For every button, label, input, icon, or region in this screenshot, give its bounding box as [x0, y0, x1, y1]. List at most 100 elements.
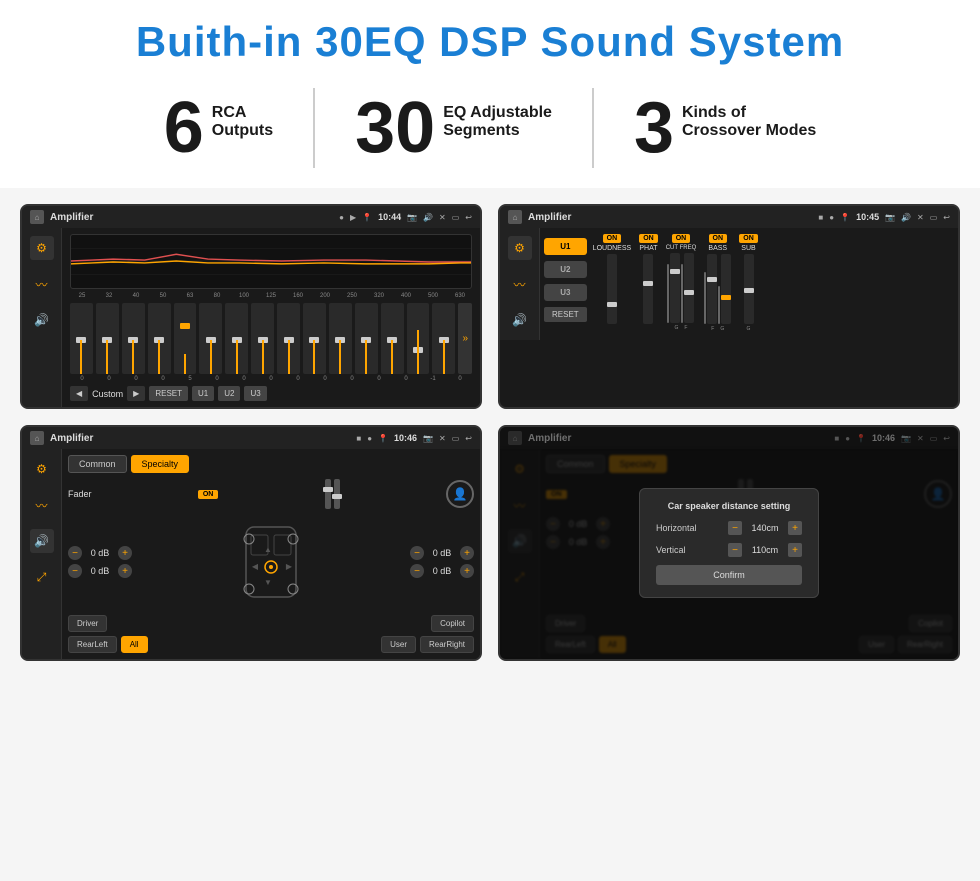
- fader-nav-wave-icon[interactable]: 〰: [30, 493, 54, 517]
- dsp-phat-label: PHAT: [639, 245, 657, 252]
- fader-time: 10:46: [394, 433, 417, 443]
- eq-screen: ⌂ Amplifier ● ▶ 📍 10:44 📷 🔊 ✕ ▭ ↩ ⚙ 〰 🔊: [20, 204, 482, 409]
- eq-slider-4[interactable]: [148, 303, 171, 374]
- dsp-phat-sliders: [643, 254, 653, 324]
- eq-graph: [70, 234, 472, 289]
- eq-slider-11[interactable]: [329, 303, 352, 374]
- fader-bottom-btns-1: Driver Copilot: [68, 615, 474, 632]
- stat-crossover-number: 3: [634, 92, 674, 164]
- vol-increase-tl[interactable]: +: [118, 546, 132, 560]
- eq-slider-7[interactable]: [225, 303, 248, 374]
- fader-tab-common[interactable]: Common: [68, 455, 127, 473]
- stat-eq-number: 30: [355, 92, 435, 164]
- fader-user-button[interactable]: User: [381, 636, 416, 653]
- vol-ctrl-tr: − 0 dB +: [410, 546, 474, 560]
- dialog-vertical-increase[interactable]: +: [788, 543, 802, 557]
- fader-nav-vol-icon[interactable]: 🔊: [30, 529, 54, 553]
- dialog-vertical-decrease[interactable]: −: [728, 543, 742, 557]
- eq-slider-8[interactable]: [251, 303, 274, 374]
- close-icon: ✕: [439, 213, 446, 222]
- eq-expand-button[interactable]: »: [458, 303, 472, 374]
- eq-slider-1[interactable]: [70, 303, 93, 374]
- eq-reset-button[interactable]: RESET: [149, 386, 188, 401]
- stat-eq-label1: EQ Adjustable: [443, 104, 552, 122]
- dialog-vertical-ctrl: − 110cm +: [728, 543, 802, 557]
- fader-rearright-button[interactable]: RearRight: [420, 636, 474, 653]
- eq-slider-10[interactable]: [303, 303, 326, 374]
- fader-nav-expand-icon[interactable]: ⤢: [30, 565, 54, 589]
- dsp-cutfreq-on: ON: [672, 234, 691, 243]
- fader-row: Fader ON 👤: [68, 479, 474, 509]
- fader-nav-eq-icon[interactable]: ⚙: [30, 457, 54, 481]
- nav-eq-icon[interactable]: ⚙: [30, 236, 54, 260]
- nav-vol-icon[interactable]: 🔊: [30, 308, 54, 332]
- dsp-nav-wave-icon[interactable]: 〰: [508, 272, 532, 296]
- dialog-horizontal-value: 140cm: [746, 523, 784, 533]
- eq-curve-svg: [71, 235, 471, 288]
- dialog-title: Car speaker distance setting: [656, 501, 802, 511]
- fader-rearleft-button[interactable]: RearLeft: [68, 636, 117, 653]
- dsp-cutfreq-label: CUT FREQ: [666, 245, 697, 251]
- dialog-horizontal-increase[interactable]: +: [788, 521, 802, 535]
- eq-slider-3[interactable]: [122, 303, 145, 374]
- eq-screen-title: Amplifier: [50, 212, 333, 223]
- eq-slider-15[interactable]: [432, 303, 455, 374]
- dsp-channels: ON LOUDNESS ON PHAT: [593, 234, 954, 334]
- dialog-screen: ⌂ Amplifier ■ ● 📍 10:46 📷 ✕ ▭ ↩ ⚙ 〰 🔊 ⤢ …: [498, 425, 960, 661]
- dsp-nav-vol-icon[interactable]: 🔊: [508, 308, 532, 332]
- vol-increase-bl[interactable]: +: [118, 564, 132, 578]
- fader-screen: ⌂ Amplifier ■ ● 📍 10:46 📷 ✕ ▭ ↩ ⚙ 〰 🔊 ⤢ …: [20, 425, 482, 661]
- fader-content: ⚙ 〰 🔊 ⤢ Common Specialty Fader ON: [22, 449, 480, 659]
- fader-copilot-button[interactable]: Copilot: [431, 615, 474, 632]
- eq-u3-button[interactable]: U3: [244, 386, 266, 401]
- dialog-box: Car speaker distance setting Horizontal …: [639, 488, 819, 598]
- eq-sliders[interactable]: »: [70, 299, 472, 374]
- eq-u2-button[interactable]: U2: [218, 386, 240, 401]
- vol-increase-br[interactable]: +: [460, 564, 474, 578]
- dialog-horizontal-decrease[interactable]: −: [728, 521, 742, 535]
- stats-row: 6 RCA Outputs 30 EQ Adjustable Segments …: [0, 78, 980, 188]
- vol-decrease-tr[interactable]: −: [410, 546, 424, 560]
- nav-wave-icon[interactable]: 〰: [30, 272, 54, 296]
- eq-slider-14[interactable]: [407, 303, 430, 374]
- eq-value-labels: 0 0 0 0 5 0 0 0 0 0 0 0 0 -1 0: [70, 376, 472, 382]
- fader-slider-2[interactable]: [334, 479, 340, 509]
- vol-decrease-br[interactable]: −: [410, 564, 424, 578]
- eq-main: 25 32 40 50 63 80 100 125 160 200 250 32…: [62, 228, 480, 407]
- dsp-u3-button[interactable]: U3: [544, 284, 587, 301]
- dialog-confirm-button[interactable]: Confirm: [656, 565, 802, 585]
- vol-decrease-tl[interactable]: −: [68, 546, 82, 560]
- svg-text:◀: ◀: [252, 562, 259, 571]
- eq-u1-button[interactable]: U1: [192, 386, 214, 401]
- eq-slider-6[interactable]: [199, 303, 222, 374]
- svg-text:▶: ▶: [286, 562, 293, 571]
- eq-prev-button[interactable]: ◀: [70, 386, 88, 401]
- fader-driver-button[interactable]: Driver: [68, 615, 107, 632]
- vol-ctrl-tl: − 0 dB +: [68, 546, 132, 560]
- eq-slider-5[interactable]: [174, 303, 197, 374]
- dsp-u2-button[interactable]: U2: [544, 261, 587, 278]
- fader-slider-1[interactable]: [325, 479, 331, 509]
- eq-slider-12[interactable]: [355, 303, 378, 374]
- eq-slider-2[interactable]: [96, 303, 119, 374]
- car-diagram: ▲ ▼ ◀ ▶: [231, 517, 311, 607]
- dsp-u1-button[interactable]: U1: [544, 238, 587, 255]
- dsp-home-icon[interactable]: ⌂: [508, 210, 522, 224]
- fader-all-button[interactable]: All: [121, 636, 148, 653]
- stat-eq: 30 EQ Adjustable Segments: [315, 92, 592, 164]
- home-icon[interactable]: ⌂: [30, 210, 44, 224]
- eq-slider-13[interactable]: [381, 303, 404, 374]
- eq-slider-9[interactable]: [277, 303, 300, 374]
- fader-tab-specialty[interactable]: Specialty: [131, 455, 190, 473]
- fader-home-icon[interactable]: ⌂: [30, 431, 44, 445]
- dsp-reset-button[interactable]: RESET: [544, 307, 587, 322]
- back-icon: ↩: [465, 213, 472, 222]
- dsp-nav-eq-icon[interactable]: ⚙: [508, 236, 532, 260]
- eq-play-button[interactable]: ▶: [127, 386, 145, 401]
- fader-sliders: [325, 479, 340, 509]
- eq-controls: ◀ Custom ▶ RESET U1 U2 U3: [70, 386, 472, 401]
- screenshots-grid: ⌂ Amplifier ● ▶ 📍 10:44 📷 🔊 ✕ ▭ ↩ ⚙ 〰 🔊: [0, 188, 980, 677]
- vol-decrease-bl[interactable]: −: [68, 564, 82, 578]
- vol-increase-tr[interactable]: +: [460, 546, 474, 560]
- fader-bottom-btns-2: RearLeft All User RearRight: [68, 636, 474, 653]
